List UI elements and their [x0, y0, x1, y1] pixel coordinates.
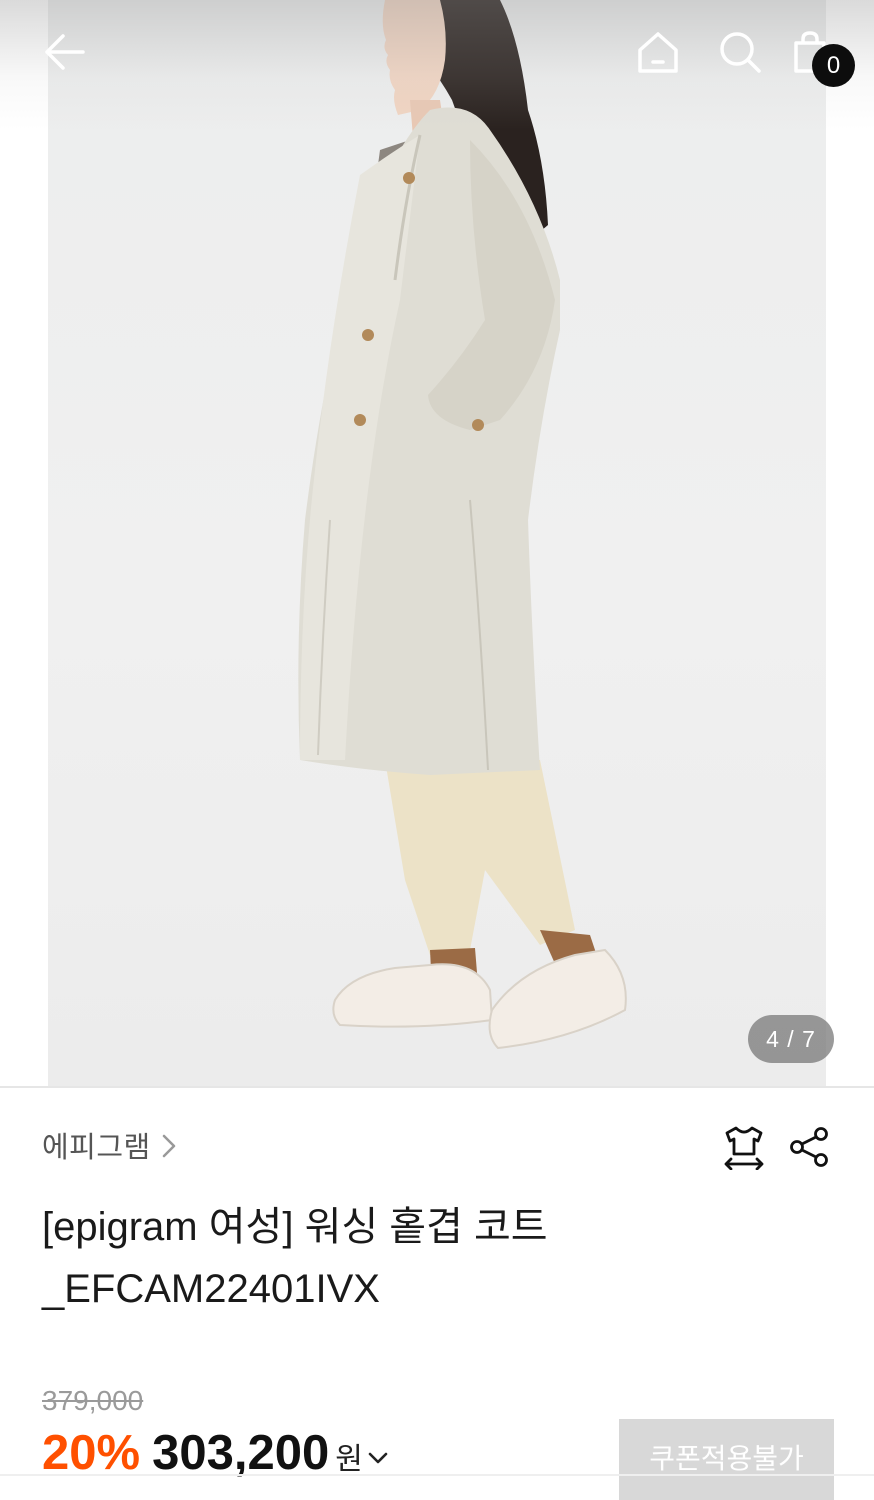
product-photo-model	[298, 0, 627, 1050]
product-image-gallery[interactable]: 0 4 / 7	[0, 0, 874, 1086]
back-button[interactable]	[40, 28, 88, 76]
size-fit-shirt-icon	[724, 1126, 764, 1170]
share-button[interactable]	[784, 1122, 834, 1172]
discount-rate: 20%	[42, 1426, 141, 1480]
product-title: [epigram 여성] 워싱 홑겹 코트 _EFCAM22401IVX	[42, 1196, 682, 1320]
divider	[0, 1086, 874, 1088]
chevron-right-icon	[162, 1134, 175, 1158]
sale-price: 303,200	[152, 1426, 330, 1480]
product-title-line-2: _EFCAM22401IVX	[42, 1267, 380, 1311]
brand-name: 에피그램	[42, 1132, 151, 1164]
search-button[interactable]	[716, 28, 764, 76]
gallery-page-indicator: 4 / 7	[748, 1015, 834, 1063]
search-icon	[720, 32, 761, 73]
chevron-down-icon[interactable]	[367, 1451, 389, 1465]
arrow-left-icon	[45, 34, 85, 70]
original-price: 379,000	[42, 1385, 144, 1416]
home-icon	[638, 32, 678, 73]
currency-unit: 원	[335, 1443, 363, 1476]
cart-count-badge: 0	[812, 44, 855, 87]
brand-link[interactable]: 에피그램	[42, 1124, 177, 1166]
share-icon	[790, 1127, 828, 1167]
price-row[interactable]: 20% 303,200 원	[42, 1425, 389, 1481]
size-fit-button[interactable]	[719, 1122, 769, 1172]
home-button[interactable]	[634, 28, 682, 76]
coupon-unavailable-button[interactable]: 쿠폰적용불가	[619, 1419, 834, 1500]
product-title-line-1: [epigram 여성] 워싱 홑겹 코트	[42, 1205, 548, 1249]
bottom-divider	[0, 1474, 874, 1476]
